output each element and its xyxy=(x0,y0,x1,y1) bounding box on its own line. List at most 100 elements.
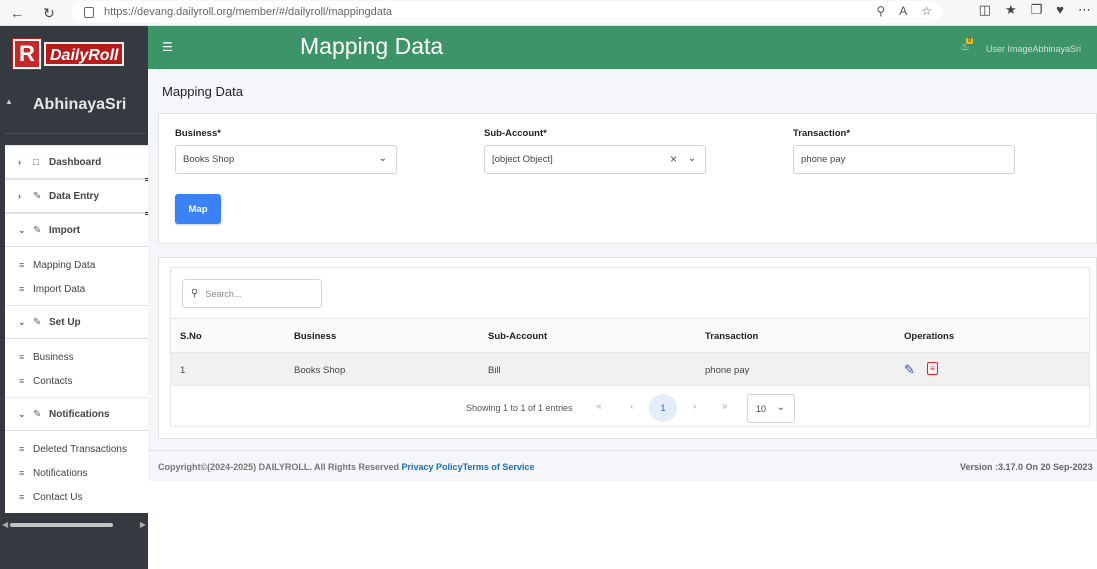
prev-page-icon[interactable]: ‹ xyxy=(630,401,633,412)
page-title: Mapping Data xyxy=(162,84,243,99)
cell-transaction: phone pay xyxy=(705,365,750,376)
collections-icon[interactable]: ❐ xyxy=(1031,2,1043,18)
url-text: https://devang.dailyroll.org/member/#/da… xyxy=(104,6,392,18)
back-icon[interactable]: ← xyxy=(6,2,28,24)
scrollbar-thumb[interactable] xyxy=(10,523,113,527)
mapping-table-card: ⚲ Search... S.No Business Sub-Account Tr… xyxy=(158,257,1097,439)
zoom-icon[interactable]: ⚲ xyxy=(876,4,885,18)
subaccount-select[interactable]: [object Object] × ⌄ xyxy=(484,145,706,174)
subaccount-selected-value: [object Object] xyxy=(492,154,553,165)
sidebar-item-label: Dashboard xyxy=(49,156,102,168)
transaction-input[interactable]: phone pay xyxy=(793,145,1015,174)
sidebar-item-notifications[interactable]: ⌄ ✎ Notifications xyxy=(5,397,148,431)
page-1-button[interactable]: 1 xyxy=(649,394,677,422)
brand-logo[interactable]: R DailyRoll xyxy=(13,38,133,70)
extensions-icon[interactable]: ♥ xyxy=(1056,2,1064,18)
column-header-transaction[interactable]: Transaction xyxy=(705,331,758,342)
table-header: S.No Business Sub-Account Transaction Op… xyxy=(171,318,1089,353)
sidebar-menu: › □ Dashboard › ✎ Data Entry ⌄ ✎ Import … xyxy=(5,145,149,513)
pagination: Showing 1 to 1 of 1 entries « ‹ 1 › » 10… xyxy=(171,392,1089,423)
address-bar[interactable]: https://devang.dailyroll.org/member/#/da… xyxy=(72,1,942,23)
sidebar-item-import[interactable]: ⌄ ✎ Import xyxy=(5,213,148,247)
business-selected-value: Books Shop xyxy=(183,154,235,165)
sidebar-item-label: Import Data xyxy=(33,283,86,295)
cell-subaccount: Bill xyxy=(488,365,501,376)
pencil-icon: ✎ xyxy=(33,190,42,202)
split-screen-icon[interactable]: ◫ xyxy=(979,2,991,18)
delete-trash-icon[interactable]: ≡ xyxy=(927,362,938,375)
sidebar-item-label: Contacts xyxy=(33,375,73,387)
favorite-star-icon[interactable]: ☆ xyxy=(921,4,932,18)
sidebar-item-label: Data Entry xyxy=(49,190,100,202)
logo-text: DailyRoll xyxy=(44,42,125,66)
sidebar-item-business[interactable]: ≡ Business xyxy=(5,345,148,369)
sidebar-item-contacts[interactable]: ≡ Contacts xyxy=(5,369,148,393)
sidebar-item-notifications-list[interactable]: ≡ Notifications xyxy=(5,461,148,485)
column-header-subaccount[interactable]: Sub-Account xyxy=(488,331,547,342)
terms-of-service-link[interactable]: Terms of Service xyxy=(463,462,535,472)
sidebar-user-name[interactable]: AbhinayaSri xyxy=(33,96,126,114)
first-page-icon[interactable]: « xyxy=(596,401,602,412)
sidebar-item-deleted-transactions[interactable]: ≡ Deleted Transactions xyxy=(5,437,148,461)
pencil-icon: ✎ xyxy=(33,224,42,236)
chevron-down-icon: ⌄ xyxy=(18,408,26,419)
business-select[interactable]: Books Shop ⌄ xyxy=(175,145,397,174)
next-page-icon[interactable]: › xyxy=(693,401,696,412)
sidebar-divider xyxy=(5,133,146,134)
edit-pencil-icon[interactable]: ✎ xyxy=(904,362,915,378)
sidebar-item-set-up[interactable]: ⌄ ✎ Set Up xyxy=(5,305,148,339)
subaccount-label: Sub-Account* xyxy=(484,128,547,139)
import-submenu: ≡ Mapping Data ≡ Import Data xyxy=(5,247,148,305)
sidebar-item-mapping-data[interactable]: ≡ Mapping Data xyxy=(5,253,148,277)
table-row: 1 Books Shop Bill phone pay ✎ ≡ xyxy=(171,352,1089,386)
sidebar-item-contact-us[interactable]: ≡ Contact Us xyxy=(5,485,148,509)
more-icon[interactable]: ⋯ xyxy=(1078,2,1091,18)
map-button[interactable]: Map xyxy=(175,194,221,224)
pencil-icon: ✎ xyxy=(33,316,42,328)
list-lines-icon: ≡ xyxy=(19,284,25,294)
list-lines-icon: ≡ xyxy=(19,352,25,362)
list-lines-icon: ≡ xyxy=(19,492,25,502)
sidebar-item-dashboard[interactable]: › □ Dashboard xyxy=(5,145,149,181)
sidebar-item-data-entry[interactable]: › ✎ Data Entry xyxy=(5,179,149,215)
chevron-down-icon: ⌄ xyxy=(776,402,785,413)
clear-icon[interactable]: × xyxy=(670,152,677,166)
sidebar-item-label: Business xyxy=(33,351,74,363)
favorites-icon[interactable]: ★ xyxy=(1005,2,1017,18)
chevron-right-icon: › xyxy=(18,157,21,167)
list-lines-icon: ≡ xyxy=(19,260,25,270)
search-input[interactable]: ⚲ Search... xyxy=(182,279,322,308)
page-size-select[interactable]: 10 ⌄ xyxy=(747,394,795,423)
list-lines-icon: ≡ xyxy=(19,376,25,386)
list-lines-icon: ≡ xyxy=(19,444,25,454)
scroll-left-icon[interactable]: ◀ xyxy=(2,520,8,529)
transaction-value: phone pay xyxy=(801,154,846,165)
sidebar-item-label: Set Up xyxy=(49,316,81,328)
page-size-value: 10 xyxy=(756,403,767,414)
sidebar-item-import-data[interactable]: ≡ Import Data xyxy=(5,277,148,301)
column-header-business[interactable]: Business xyxy=(294,331,336,342)
refresh-icon[interactable]: ↻ xyxy=(38,2,60,24)
cell-sno: 1 xyxy=(180,365,186,376)
cell-business: Books Shop xyxy=(294,365,346,376)
header-user-menu[interactable]: User ImageAbhinayaSri xyxy=(986,44,1081,54)
sidebar-item-label: Deleted Transactions xyxy=(33,443,127,455)
column-header-sno[interactable]: S.No xyxy=(180,331,202,342)
logo-mark: R xyxy=(13,39,41,69)
privacy-policy-link[interactable]: Privacy Policy xyxy=(402,462,463,472)
list-lines-icon: ≡ xyxy=(19,468,25,478)
sidebar-horizontal-scrollbar[interactable]: ◀ ▶ xyxy=(0,519,148,531)
footer-copyright: Copyright©(2024-2025) DAILYROLL. All Rig… xyxy=(158,462,534,472)
column-header-operations: Operations xyxy=(904,331,955,342)
transaction-label: Transaction* xyxy=(793,128,851,139)
scroll-right-icon[interactable]: ▶ xyxy=(140,520,146,529)
last-page-icon[interactable]: » xyxy=(722,401,728,412)
pencil-icon: ✎ xyxy=(33,408,42,420)
read-aloud-icon[interactable]: A xyxy=(899,4,907,18)
hamburger-menu-icon[interactable]: ☰ xyxy=(162,40,173,54)
notifications-submenu: ≡ Deleted Transactions ≡ Notifications ≡… xyxy=(5,431,148,513)
chevron-down-icon: ⌄ xyxy=(378,153,387,164)
user-avatar-icon: ▲ xyxy=(5,97,13,106)
top-header: ☰ Mapping Data ♨ 0 User ImageAbhinayaSri xyxy=(148,26,1097,69)
sidebar-item-label: Notifications xyxy=(49,408,110,420)
